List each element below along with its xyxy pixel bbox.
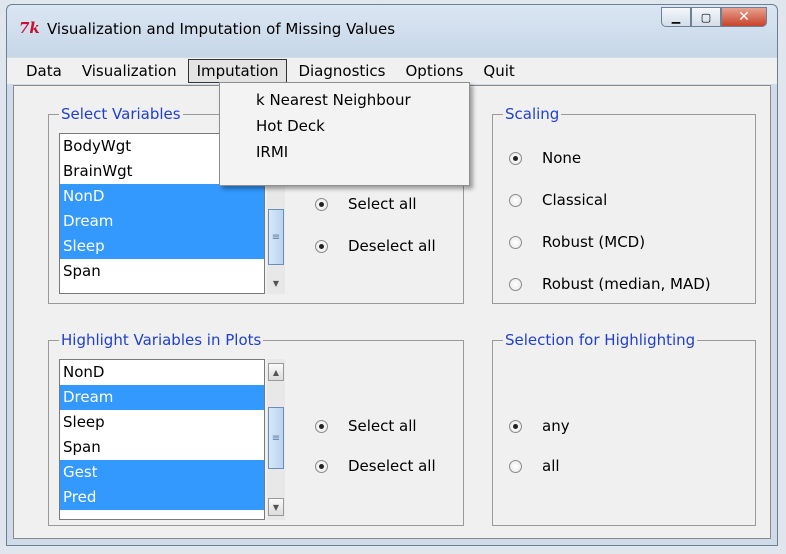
grip-icon: ≡: [271, 231, 281, 243]
list-item[interactable]: NonD: [60, 360, 264, 385]
scaling-none-radio[interactable]: [509, 151, 522, 165]
list-item[interactable]: Sleep: [60, 234, 264, 259]
highlight-deselect-all-label: Deselect all: [348, 457, 436, 475]
menu-visualization[interactable]: Visualization: [73, 59, 186, 83]
scroll-down-arrow[interactable]: ▼: [268, 498, 284, 516]
chevron-down-icon: ▼: [272, 278, 280, 288]
scaling-robust-mcd-radio[interactable]: [509, 235, 522, 249]
close-button[interactable]: ✕: [721, 7, 767, 27]
scaling-option-robust-mcd[interactable]: Robust (MCD): [509, 233, 645, 251]
maximize-icon: ▢: [700, 10, 712, 24]
scaling-option-none[interactable]: None: [509, 149, 581, 167]
highlight-select-all-radio[interactable]: [315, 419, 328, 433]
minimize-icon: ▁: [671, 10, 681, 24]
scaling-none-label: None: [542, 149, 582, 167]
highlight-variables-title: Highlight Variables in Plots: [59, 331, 264, 349]
menu-item-knn[interactable]: k Nearest Neighbour: [220, 87, 469, 113]
highlight-variables-group: Highlight Variables in Plots NonD Dream …: [48, 331, 464, 526]
scaling-classical-radio[interactable]: [509, 193, 522, 207]
selection-option-all[interactable]: all: [509, 457, 560, 475]
menu-quit[interactable]: Quit: [474, 59, 523, 83]
highlight-deselect-all-radio[interactable]: [315, 459, 328, 473]
list-item[interactable]: NonD: [60, 184, 264, 209]
scaling-robust-median-radio[interactable]: [509, 277, 522, 291]
minimize-button[interactable]: ▁: [661, 7, 691, 27]
menu-item-hot-deck[interactable]: Hot Deck: [220, 113, 469, 139]
selection-option-any[interactable]: any: [509, 417, 570, 435]
menu-bar: Data Visualization Imputation Diagnostic…: [7, 58, 777, 84]
scaling-option-classical[interactable]: Classical: [509, 191, 607, 209]
menu-data[interactable]: Data: [17, 59, 71, 83]
scaling-classical-label: Classical: [542, 191, 608, 209]
highlight-variables-scrollbar[interactable]: ▲ ≡ ▼: [267, 359, 285, 520]
scroll-up-arrow[interactable]: ▲: [268, 363, 284, 381]
select-variables-title: Select Variables: [59, 105, 183, 123]
window-title: Visualization and Imputation of Missing …: [47, 20, 396, 38]
imputation-dropdown-menu: k Nearest Neighbour Hot Deck IRMI: [219, 82, 470, 186]
scaling-group: Scaling None Classical Robust (MCD) Robu…: [492, 105, 756, 304]
list-item[interactable]: Span: [60, 259, 264, 284]
scroll-down-arrow[interactable]: ▼: [268, 274, 284, 292]
select-all-option[interactable]: Select all: [315, 195, 417, 213]
list-item[interactable]: Gest: [60, 460, 264, 485]
list-item[interactable]: Span: [60, 435, 264, 460]
tk-logo-icon: 7k: [19, 19, 40, 37]
highlight-deselect-all-option[interactable]: Deselect all: [315, 457, 436, 475]
scrollbar-thumb[interactable]: ≡: [268, 407, 284, 469]
list-item[interactable]: Pred: [60, 485, 264, 510]
menu-imputation[interactable]: Imputation: [187, 59, 288, 83]
chevron-down-icon: ▼: [272, 502, 280, 512]
highlight-select-all-option[interactable]: Select all: [315, 417, 417, 435]
scaling-robust-median-label: Robust (median, MAD): [542, 275, 711, 293]
menu-diagnostics[interactable]: Diagnostics: [289, 59, 394, 83]
deselect-all-label: Deselect all: [348, 237, 436, 255]
selection-highlighting-title: Selection for Highlighting: [503, 331, 698, 349]
list-item[interactable]: Dream: [60, 209, 264, 234]
highlight-variables-listbox[interactable]: NonD Dream Sleep Span Gest Pred: [59, 359, 265, 520]
scrollbar-thumb[interactable]: ≡: [268, 209, 284, 265]
window-controls: ▁ ▢ ✕: [661, 7, 767, 27]
select-all-radio[interactable]: [315, 197, 328, 211]
select-all-label: Select all: [348, 195, 417, 213]
deselect-all-option[interactable]: Deselect all: [315, 237, 436, 255]
deselect-all-radio[interactable]: [315, 239, 328, 253]
selection-any-radio[interactable]: [509, 419, 522, 433]
chevron-up-icon: ▲: [272, 367, 280, 377]
highlight-select-all-label: Select all: [348, 417, 417, 435]
close-icon: ✕: [738, 9, 750, 25]
selection-highlighting-group: Selection for Highlighting any all: [492, 331, 756, 526]
selection-any-label: any: [542, 417, 570, 435]
scaling-title: Scaling: [503, 105, 562, 123]
scaling-robust-mcd-label: Robust (MCD): [542, 233, 646, 251]
menu-options[interactable]: Options: [397, 59, 473, 83]
grip-icon: ≡: [271, 432, 281, 444]
list-item[interactable]: Sleep: [60, 410, 264, 435]
selection-all-label: all: [542, 457, 560, 475]
title-bar[interactable]: 7k Visualization and Imputation of Missi…: [7, 5, 777, 57]
scaling-option-robust-median[interactable]: Robust (median, MAD): [509, 275, 711, 293]
menu-item-irmi[interactable]: IRMI: [220, 139, 469, 165]
list-item[interactable]: Dream: [60, 385, 264, 410]
maximize-button[interactable]: ▢: [691, 7, 721, 27]
selection-all-radio[interactable]: [509, 459, 522, 473]
